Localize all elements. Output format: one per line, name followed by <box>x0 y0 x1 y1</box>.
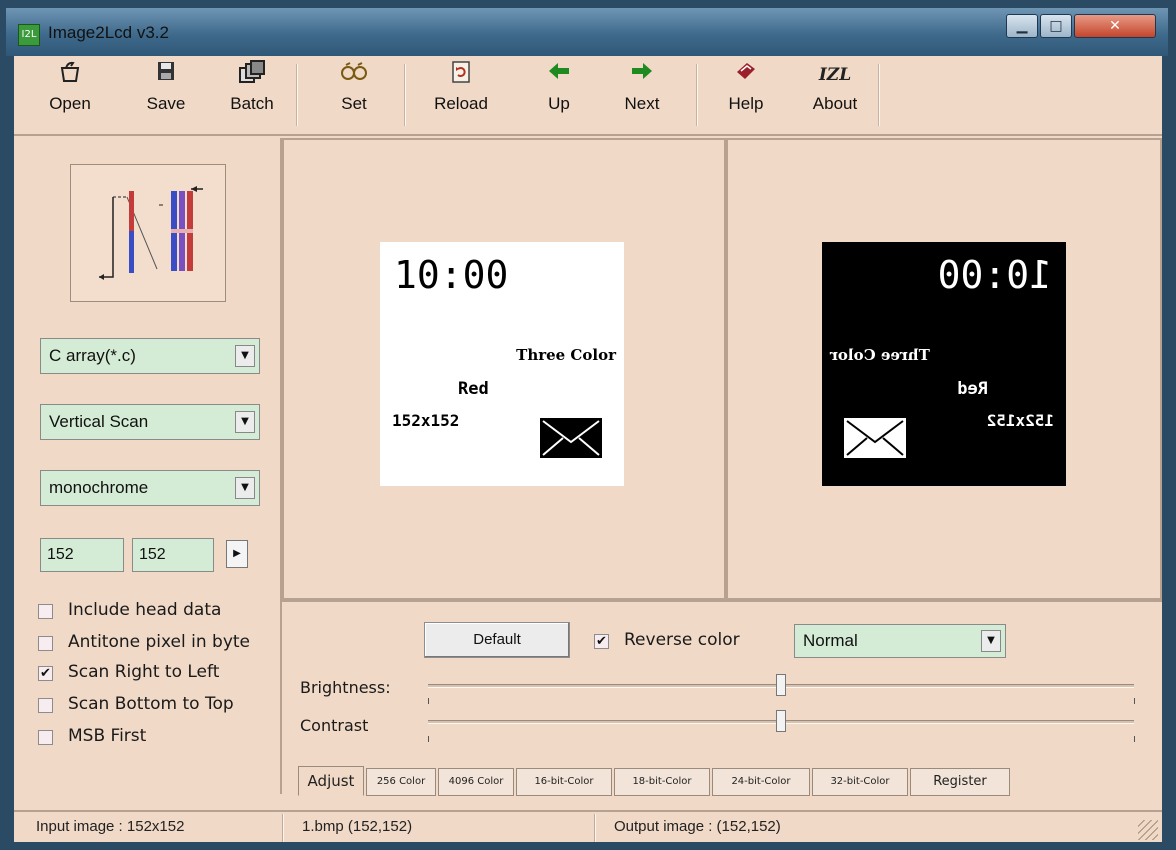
adjust-panel: Default ✔ Reverse color Normal ▼ Brightn… <box>282 600 1162 796</box>
status-bar: Input image : 152x152 1.bmp (152,152) Ou… <box>14 810 1162 842</box>
preview-line3: 152x152 <box>392 411 459 430</box>
output-type-select[interactable]: C array(*.c) ▼ <box>40 338 260 374</box>
about-button[interactable]: IZL About <box>802 60 868 130</box>
status-output-image: Output image : (152,152) <box>614 818 781 835</box>
batch-icon <box>220 60 284 90</box>
scan-mode-diagram <box>70 164 226 302</box>
reload-icon <box>426 60 496 90</box>
preview-time: 10:00 <box>394 253 508 297</box>
close-button[interactable]: ✕ <box>1074 14 1156 38</box>
slider-tick <box>1134 736 1135 742</box>
toolbar: Open Save Batch Set Reload Up Next Help … <box>14 56 1162 136</box>
open-icon <box>40 60 100 90</box>
app-icon: I2L <box>18 24 40 46</box>
title-bar[interactable]: I2L Image2Lcd v3.2 ▁ □ ✕ <box>6 8 1168 56</box>
arrow-left-icon <box>534 60 584 90</box>
input-image: 10:00 Three Color Red 152x152 <box>380 242 624 486</box>
batch-button[interactable]: Batch <box>220 60 284 130</box>
checkbox-box[interactable] <box>38 604 53 619</box>
slider-tick <box>428 736 429 742</box>
izl-logo-icon: IZL <box>818 65 852 85</box>
checkbox-box[interactable] <box>38 698 53 713</box>
status-input-image: Input image : 152x152 <box>36 818 185 835</box>
chevron-down-icon[interactable]: ▼ <box>235 411 255 433</box>
slider-tick <box>1134 698 1135 704</box>
check-icon[interactable]: ✔ <box>38 666 53 681</box>
output-image: 10:00 Three Color Red 152x152 <box>822 242 1066 486</box>
color-mode-select[interactable]: monochrome ▼ <box>40 470 260 506</box>
output-line3: 152x152 <box>987 411 1054 430</box>
mode-select[interactable]: Normal ▼ <box>794 624 1006 658</box>
default-button[interactable]: Default <box>424 622 570 658</box>
tab-24-bit-color[interactable]: 24-bit-Color <box>712 768 810 796</box>
chevron-down-icon[interactable]: ▼ <box>235 477 255 499</box>
preview-line2: Red <box>458 379 489 399</box>
brightness-label: Brightness: <box>300 678 391 697</box>
apply-size-button[interactable]: ▶ <box>226 540 248 568</box>
window-title: Image2Lcd v3.2 <box>48 23 169 42</box>
save-button[interactable]: Save <box>138 60 194 130</box>
envelope-icon <box>540 418 602 458</box>
contrast-slider-thumb[interactable] <box>776 710 786 732</box>
tab-256-color[interactable]: 256 Color <box>366 768 436 796</box>
checkbox-box[interactable] <box>38 636 53 651</box>
up-button[interactable]: Up <box>534 60 584 130</box>
output-preview-pane: 10:00 Three Color Red 152x152 <box>726 138 1162 600</box>
toolbar-separator <box>696 64 698 126</box>
arrow-right-icon <box>612 60 672 90</box>
app-window: I2L Image2Lcd v3.2 ▁ □ ✕ Open Save Batch… <box>0 0 1176 850</box>
toolbar-separator <box>878 64 880 126</box>
open-button[interactable]: Open <box>40 60 100 130</box>
chevron-down-icon[interactable]: ▼ <box>235 345 255 367</box>
set-button[interactable]: Set <box>326 60 382 130</box>
maximize-button[interactable]: □ <box>1040 14 1072 38</box>
output-line1: Three Color <box>829 346 930 364</box>
save-icon <box>138 60 194 90</box>
status-divider <box>594 814 596 842</box>
envelope-icon <box>844 418 906 458</box>
tab-16-bit-color[interactable]: 16-bit-Color <box>516 768 612 796</box>
resize-grip[interactable] <box>1138 820 1158 840</box>
client-area: Open Save Batch Set Reload Up Next Help … <box>14 56 1162 842</box>
tab-adjust[interactable]: Adjust <box>298 766 364 796</box>
minimize-button[interactable]: ▁ <box>1006 14 1038 38</box>
glasses-icon <box>326 60 382 90</box>
next-button[interactable]: Next <box>612 60 672 130</box>
settings-panel: C array(*.c) ▼ Vertical Scan ▼ monochrom… <box>14 138 282 794</box>
help-button[interactable]: Help <box>720 60 772 130</box>
toolbar-separator <box>296 64 298 126</box>
input-preview-pane: 10:00 Three Color Red 152x152 <box>282 138 726 600</box>
scan-mode-select[interactable]: Vertical Scan ▼ <box>40 404 260 440</box>
reload-button[interactable]: Reload <box>426 60 496 130</box>
brightness-slider-thumb[interactable] <box>776 674 786 696</box>
chevron-down-icon[interactable]: ▼ <box>981 630 1001 652</box>
width-input[interactable]: 152 <box>40 538 124 572</box>
height-input[interactable]: 152 <box>132 538 214 572</box>
tab-register[interactable]: Register <box>910 768 1010 796</box>
tab-4096-color[interactable]: 4096 Color <box>438 768 514 796</box>
preview-line1: Three Color <box>516 346 617 364</box>
status-divider <box>282 814 284 842</box>
tab-18-bit-color[interactable]: 18-bit-Color <box>614 768 710 796</box>
status-file: 1.bmp (152,152) <box>302 818 413 835</box>
tab-32-bit-color[interactable]: 32-bit-Color <box>812 768 908 796</box>
check-icon[interactable]: ✔ <box>594 634 609 649</box>
contrast-label: Contrast <box>300 716 369 735</box>
help-book-icon <box>720 60 772 90</box>
output-time: 10:00 <box>938 253 1052 297</box>
slider-tick <box>428 698 429 704</box>
checkbox-box[interactable] <box>38 730 53 745</box>
output-line2: Red <box>957 379 988 399</box>
toolbar-separator <box>404 64 406 126</box>
